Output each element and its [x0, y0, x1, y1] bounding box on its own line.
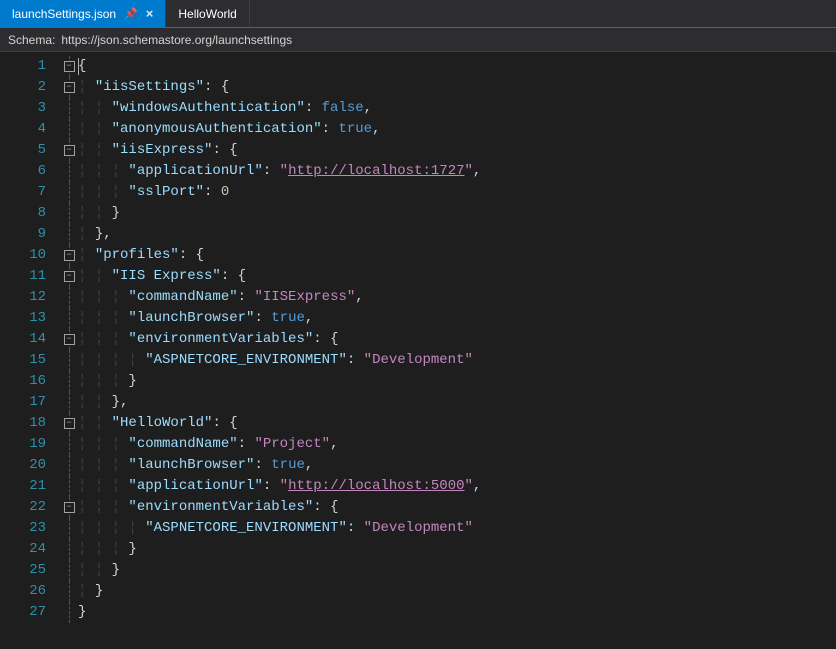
- line-number: 8: [0, 203, 60, 224]
- line-number: 19: [0, 434, 60, 455]
- schema-label: Schema:: [8, 33, 55, 47]
- fold-cell[interactable]: [60, 371, 78, 392]
- fold-cell[interactable]: [60, 434, 78, 455]
- tab-launch-settings[interactable]: launchSettings.json 📌 ×: [0, 0, 166, 27]
- fold-cell[interactable]: −: [60, 56, 78, 77]
- fold-cell[interactable]: [60, 476, 78, 497]
- line-number: 22: [0, 497, 60, 518]
- line-number: 2: [0, 77, 60, 98]
- fold-cell[interactable]: [60, 539, 78, 560]
- line-number: 4: [0, 119, 60, 140]
- line-number: 6: [0, 161, 60, 182]
- fold-minus-icon[interactable]: −: [64, 334, 75, 345]
- fold-cell[interactable]: [60, 581, 78, 602]
- code-area[interactable]: { ¦ "iisSettings": { ¦ ¦ "windowsAuthent…: [78, 52, 836, 649]
- fold-cell[interactable]: −: [60, 140, 78, 161]
- fold-cell[interactable]: −: [60, 497, 78, 518]
- fold-minus-icon[interactable]: −: [64, 250, 75, 261]
- line-number: 15: [0, 350, 60, 371]
- fold-minus-icon[interactable]: −: [64, 418, 75, 429]
- line-number: 26: [0, 581, 60, 602]
- fold-cell[interactable]: [60, 350, 78, 371]
- line-number: 21: [0, 476, 60, 497]
- fold-cell[interactable]: [60, 98, 78, 119]
- fold-cell[interactable]: [60, 161, 78, 182]
- fold-cell[interactable]: [60, 182, 78, 203]
- tab-label: HelloWorld: [178, 7, 236, 21]
- tab-bar: launchSettings.json 📌 × HelloWorld: [0, 0, 836, 28]
- line-number: 10: [0, 245, 60, 266]
- line-number-gutter: 1234567891011121314151617181920212223242…: [0, 52, 60, 649]
- line-number: 3: [0, 98, 60, 119]
- close-icon[interactable]: ×: [146, 6, 154, 21]
- fold-cell[interactable]: −: [60, 329, 78, 350]
- line-number: 25: [0, 560, 60, 581]
- fold-cell[interactable]: [60, 203, 78, 224]
- fold-cell[interactable]: [60, 392, 78, 413]
- fold-cell[interactable]: −: [60, 413, 78, 434]
- fold-cell[interactable]: [60, 224, 78, 245]
- fold-cell[interactable]: −: [60, 245, 78, 266]
- line-number: 5: [0, 140, 60, 161]
- tab-label: launchSettings.json: [12, 7, 116, 21]
- fold-minus-icon[interactable]: −: [64, 271, 75, 282]
- line-number: 12: [0, 287, 60, 308]
- fold-cell[interactable]: −: [60, 77, 78, 98]
- line-number: 1: [0, 56, 60, 77]
- fold-minus-icon[interactable]: −: [64, 82, 75, 93]
- code-editor[interactable]: 1234567891011121314151617181920212223242…: [0, 52, 836, 649]
- fold-cell[interactable]: [60, 455, 78, 476]
- fold-minus-icon[interactable]: −: [64, 61, 75, 72]
- schema-bar: Schema: https://json.schemastore.org/lau…: [0, 28, 836, 52]
- fold-cell[interactable]: [60, 518, 78, 539]
- line-number: 18: [0, 413, 60, 434]
- fold-gutter[interactable]: − − − − − − − −: [60, 52, 78, 649]
- fold-cell[interactable]: [60, 287, 78, 308]
- line-number: 7: [0, 182, 60, 203]
- fold-cell[interactable]: [60, 308, 78, 329]
- line-number: 23: [0, 518, 60, 539]
- line-number: 16: [0, 371, 60, 392]
- fold-cell[interactable]: [60, 560, 78, 581]
- line-number: 17: [0, 392, 60, 413]
- text-caret: [78, 58, 79, 75]
- line-number: 20: [0, 455, 60, 476]
- line-number: 14: [0, 329, 60, 350]
- fold-cell[interactable]: [60, 119, 78, 140]
- fold-minus-icon[interactable]: −: [64, 502, 75, 513]
- line-number: 27: [0, 602, 60, 623]
- fold-cell[interactable]: −: [60, 266, 78, 287]
- fold-minus-icon[interactable]: −: [64, 145, 75, 156]
- tab-helloworld[interactable]: HelloWorld: [166, 0, 249, 27]
- line-number: 9: [0, 224, 60, 245]
- schema-url[interactable]: https://json.schemastore.org/launchsetti…: [61, 33, 292, 47]
- line-number: 11: [0, 266, 60, 287]
- pin-icon[interactable]: 📌: [124, 7, 138, 20]
- fold-cell[interactable]: [60, 602, 78, 623]
- line-number: 24: [0, 539, 60, 560]
- line-number: 13: [0, 308, 60, 329]
